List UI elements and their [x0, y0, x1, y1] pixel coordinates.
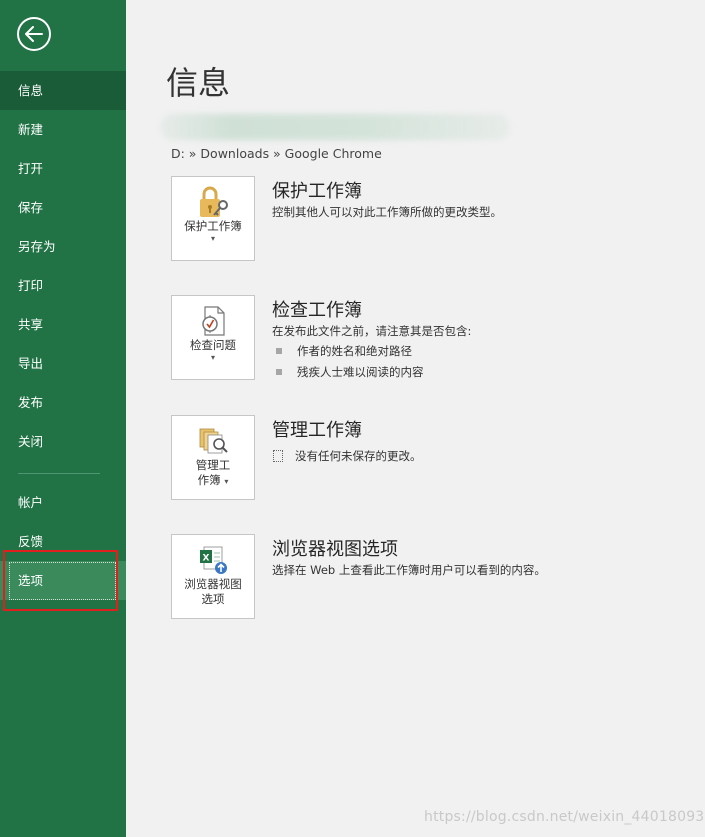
manage-workbook-button[interactable]: 管理工 作簿 ▾	[171, 415, 255, 500]
nav-item-publish[interactable]: 发布	[0, 383, 126, 422]
sidebar-divider	[18, 473, 100, 474]
nav-item-info[interactable]: 信息	[0, 71, 126, 110]
nav-item-close[interactable]: 关闭	[0, 422, 126, 461]
manage-workbook-label-line2: 作簿	[197, 473, 221, 487]
dropdown-caret-icon: ▾	[224, 477, 229, 486]
lock-key-icon	[200, 186, 228, 217]
watermark-text: https://blog.csdn.net/weixin_44018093	[424, 809, 705, 825]
protect-workbook-title: 保护工作簿	[272, 181, 362, 202]
protect-workbook-button-label: 保护工作簿	[184, 219, 242, 233]
nav-item-new[interactable]: 新建	[0, 110, 126, 149]
nav-item-feedback[interactable]: 反馈	[0, 522, 126, 561]
nav-item-save-as[interactable]: 另存为	[0, 227, 126, 266]
document-icon	[273, 450, 283, 462]
inspect-workbook-title: 检查工作簿	[272, 300, 362, 321]
browser-view-label-line2: 选项	[201, 592, 225, 606]
svg-text:X: X	[203, 554, 210, 564]
nav-item-export[interactable]: 导出	[0, 344, 126, 383]
manage-workbook-label-line1: 管理工	[195, 458, 231, 472]
inspect-workbook-description: 在发布此文件之前，请注意其是否包含:	[272, 324, 472, 338]
browser-view-options-button[interactable]: X 浏览器视图 选项	[171, 534, 255, 619]
inspect-document-icon	[202, 306, 225, 336]
bullet-text: 作者的姓名和绝对路径	[297, 344, 412, 358]
manage-workbook-icon	[199, 428, 228, 454]
back-arrow-icon	[25, 26, 43, 42]
protect-workbook-description: 控制其他人可以对此工作簿所做的更改类型。	[272, 205, 502, 219]
manage-workbook-title: 管理工作簿	[272, 420, 362, 441]
check-for-issues-label: 检查问题	[190, 338, 236, 352]
nav-item-open[interactable]: 打开	[0, 149, 126, 188]
nav-item-save[interactable]: 保存	[0, 188, 126, 227]
status-text: 没有任何未保存的更改。	[295, 449, 422, 463]
browser-view-icon: X	[200, 546, 227, 574]
browser-view-label-line1: 浏览器视图	[184, 577, 242, 591]
check-for-issues-button[interactable]: 检查问题 ▾	[171, 295, 255, 380]
dropdown-caret-icon: ▾	[210, 234, 215, 243]
bullet-icon	[276, 348, 282, 354]
back-button[interactable]	[17, 17, 51, 51]
bullet-text: 残疾人士难以阅读的内容	[297, 365, 424, 379]
nav-item-account[interactable]: 帐户	[0, 483, 126, 522]
dropdown-caret-icon: ▾	[210, 353, 215, 362]
nav-item-share[interactable]: 共享	[0, 305, 126, 344]
redacted-filename	[160, 114, 510, 140]
page-title: 信息	[166, 64, 231, 102]
browser-view-options-title: 浏览器视图选项	[272, 539, 398, 560]
backstage-sidebar: 信息 新建 打开 保存 另存为 打印 共享 导出 发布 关闭 帐户 反馈 选项	[0, 0, 126, 837]
nav-item-print[interactable]: 打印	[0, 266, 126, 305]
list-item: 残疾人士难以阅读的内容	[276, 364, 424, 380]
unsaved-changes-status: 没有任何未保存的更改。	[273, 448, 422, 464]
browser-view-options-description: 选择在 Web 上查看此工作簿时用户可以看到的内容。	[272, 563, 546, 577]
list-item: 作者的姓名和绝对路径	[276, 343, 412, 359]
nav-item-options[interactable]: 选项	[0, 561, 126, 600]
protect-workbook-button[interactable]: 保护工作簿 ▾	[171, 176, 255, 261]
file-path-breadcrumb[interactable]: D: » Downloads » Google Chrome	[171, 146, 382, 161]
bullet-icon	[276, 369, 282, 375]
